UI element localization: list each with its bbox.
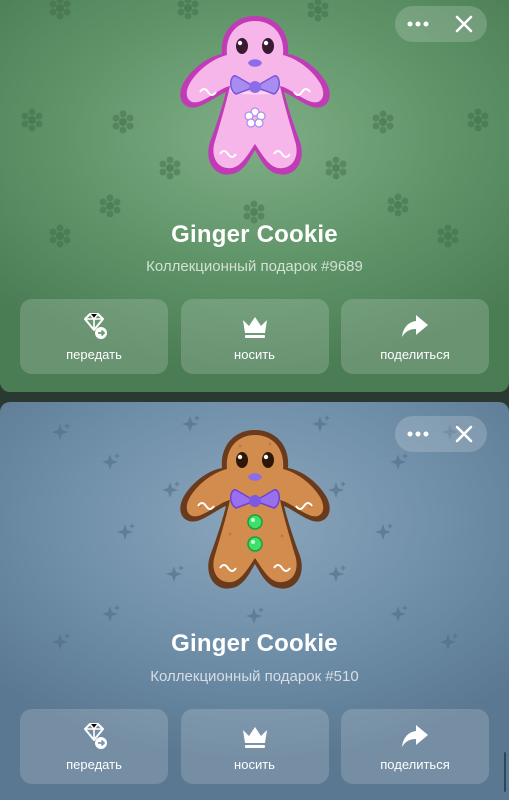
- transfer-label: передать: [66, 757, 122, 772]
- crown-icon: [240, 311, 270, 341]
- action-bar: передать носить поделиться: [20, 299, 489, 374]
- brown-ginger-cookie-image: [179, 430, 330, 589]
- more-button[interactable]: [400, 6, 436, 42]
- more-dots-icon: [407, 21, 429, 27]
- wear-button[interactable]: носить: [180, 709, 329, 784]
- share-arrow-icon: [400, 721, 430, 751]
- header-controls: [395, 416, 487, 452]
- more-dots-icon: [407, 431, 429, 437]
- gift-card-brown-cookie: Ginger Cookie Коллекционный подарок #510…: [0, 402, 509, 800]
- scrollbar[interactable]: [504, 752, 506, 792]
- gift-title: Ginger Cookie: [171, 221, 338, 248]
- gift-title: Ginger Cookie: [171, 630, 338, 657]
- wear-label: носить: [234, 757, 275, 772]
- close-icon: [455, 425, 473, 443]
- wear-button[interactable]: носить: [180, 299, 329, 374]
- gift-transfer-icon: [79, 311, 109, 341]
- close-button[interactable]: [446, 6, 482, 42]
- transfer-label: передать: [66, 347, 122, 362]
- header-controls: [395, 6, 487, 42]
- pink-ginger-cookie-image: [179, 16, 330, 175]
- share-arrow-icon: [400, 311, 430, 341]
- more-button[interactable]: [400, 416, 436, 452]
- share-button[interactable]: поделиться: [341, 709, 489, 784]
- crown-icon: [240, 721, 270, 751]
- share-label: поделиться: [380, 347, 450, 362]
- gift-subtitle: Коллекционный подарок #9689: [146, 258, 363, 275]
- transfer-button[interactable]: передать: [20, 299, 168, 374]
- close-icon: [455, 15, 473, 33]
- wear-label: носить: [234, 347, 275, 362]
- action-bar: передать носить поделиться: [20, 709, 489, 784]
- gift-card-pink-cookie: Ginger Cookie Коллекционный подарок #968…: [0, 0, 509, 392]
- share-label: поделиться: [380, 757, 450, 772]
- close-button[interactable]: [446, 416, 482, 452]
- transfer-button[interactable]: передать: [20, 709, 168, 784]
- gift-transfer-icon: [79, 721, 109, 751]
- gift-subtitle: Коллекционный подарок #510: [150, 668, 359, 685]
- share-button[interactable]: поделиться: [341, 299, 489, 374]
